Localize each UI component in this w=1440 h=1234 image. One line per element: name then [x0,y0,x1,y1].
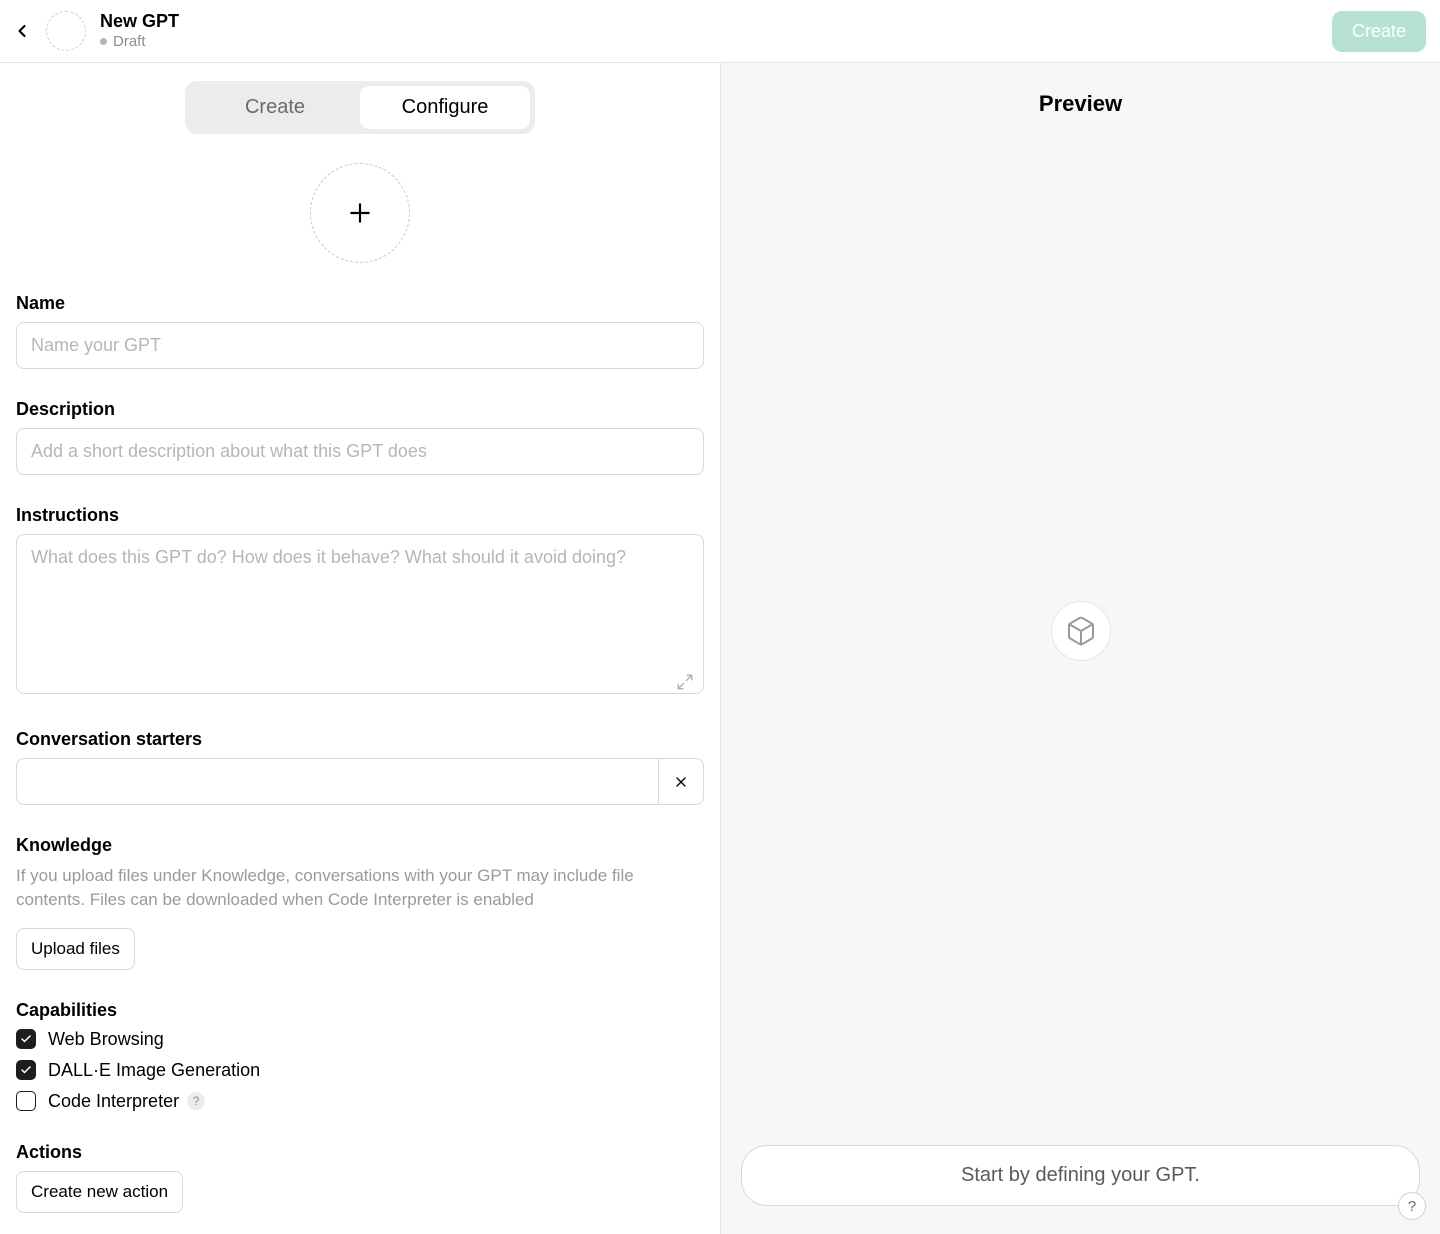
back-button[interactable] [8,17,36,45]
help-button[interactable]: ? [1398,1192,1426,1220]
conversation-starter-row [16,758,704,805]
page-title: New GPT [100,12,179,32]
knowledge-help: If you upload files under Knowledge, con… [16,864,704,912]
check-icon [20,1033,32,1045]
form-scroll[interactable]: Name Description Instructions [0,133,720,1234]
name-input[interactable] [16,322,704,369]
capability-web-browsing-checkbox[interactable] [16,1029,36,1049]
knowledge-label: Knowledge [16,835,704,856]
preview-placeholder [1051,601,1111,661]
plus-icon [347,200,373,226]
capability-web-browsing-label: Web Browsing [48,1029,164,1050]
chevron-left-icon [12,21,32,41]
capabilities-label: Capabilities [16,1000,704,1021]
cube-icon [1065,615,1097,647]
title-block: New GPT Draft [100,12,179,51]
section-capabilities: Capabilities Web Browsing DALL·E Image G… [16,1000,704,1112]
status-label: Draft [113,33,146,50]
section-description: Description [16,399,704,475]
conversation-starter-input[interactable] [16,758,658,805]
image-picker[interactable] [310,163,410,263]
mode-tabs: Create Configure [185,81,535,134]
section-conversation-starters: Conversation starters [16,729,704,805]
create-button[interactable]: Create [1332,11,1426,52]
expand-icon[interactable] [676,673,694,691]
page-status: Draft [100,33,179,50]
capability-code-interpreter-checkbox[interactable] [16,1091,36,1111]
info-icon[interactable]: ? [187,1092,205,1110]
preview-input[interactable]: Start by defining your GPT. [741,1145,1420,1206]
capability-dalle-checkbox[interactable] [16,1060,36,1080]
status-dot-icon [100,38,107,45]
capability-code-interpreter-label: Code Interpreter [48,1091,179,1112]
tab-configure[interactable]: Configure [360,86,530,129]
instructions-label: Instructions [16,505,704,526]
capability-web-browsing: Web Browsing [16,1029,704,1050]
check-icon [20,1064,32,1076]
section-name: Name [16,293,704,369]
x-icon [673,774,689,790]
section-knowledge: Knowledge If you upload files under Know… [16,835,704,970]
gpt-avatar-placeholder [46,11,86,51]
capability-code-interpreter: Code Interpreter ? [16,1091,704,1112]
instructions-input[interactable] [16,534,704,694]
description-label: Description [16,399,704,420]
create-new-action-button[interactable]: Create new action [16,1171,183,1213]
upload-files-button[interactable]: Upload files [16,928,135,970]
editor-pane: Create Configure Name Description Instru… [0,63,720,1234]
capability-dalle-label: DALL·E Image Generation [48,1060,260,1081]
conversation-starters-label: Conversation starters [16,729,704,750]
preview-title: Preview [721,91,1440,117]
conversation-starter-remove-button[interactable] [658,758,704,805]
description-input[interactable] [16,428,704,475]
top-bar: New GPT Draft Create [0,0,1440,63]
name-label: Name [16,293,704,314]
preview-body [721,117,1440,1145]
actions-label: Actions [16,1142,704,1163]
preview-pane: Preview Start by defining your GPT. [720,63,1440,1234]
section-actions: Actions Create new action [16,1142,704,1213]
section-instructions: Instructions [16,505,704,699]
capability-dalle: DALL·E Image Generation [16,1060,704,1081]
tab-create[interactable]: Create [190,86,360,129]
